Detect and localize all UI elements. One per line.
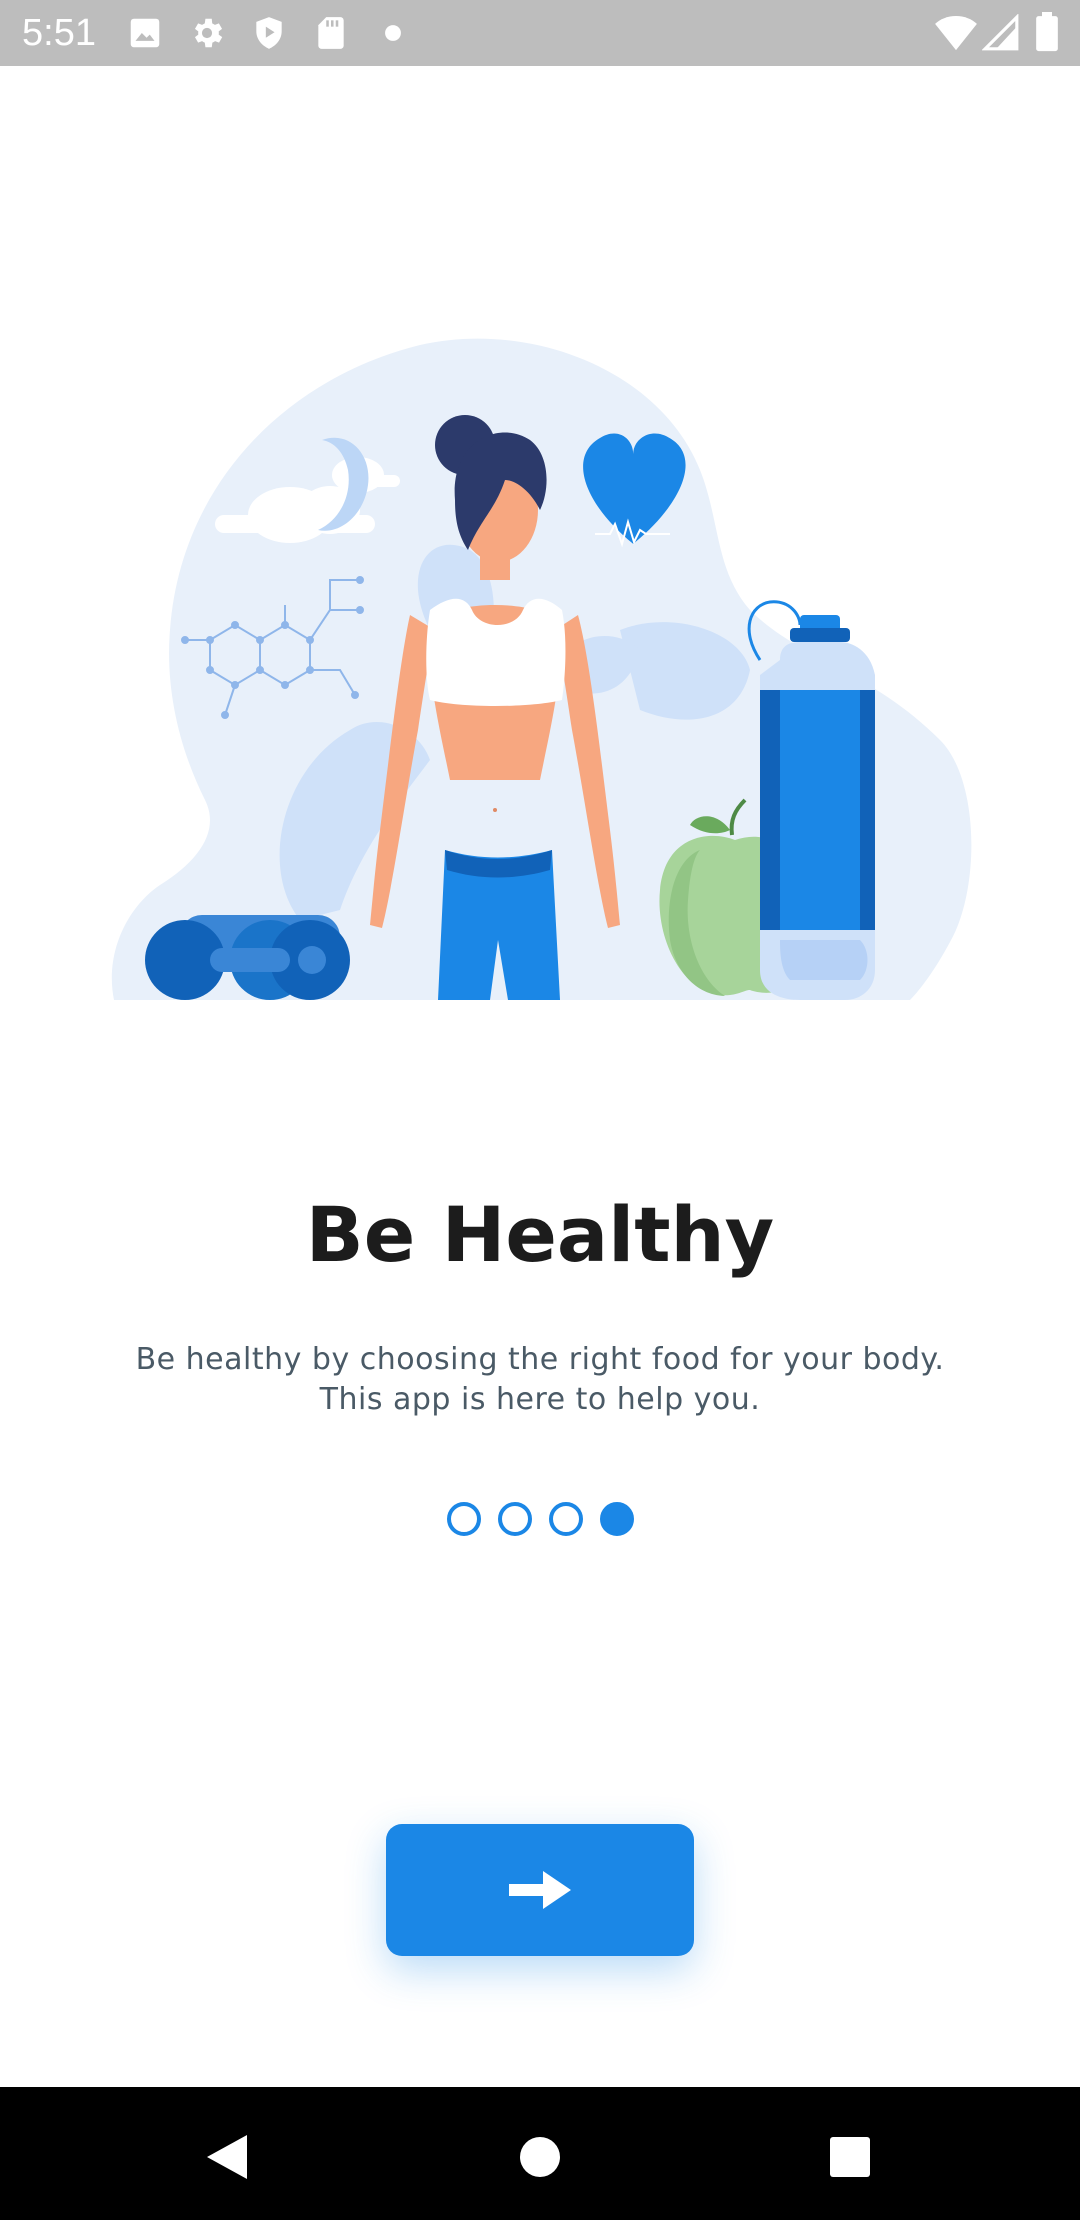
gear-icon [194, 18, 223, 48]
onboarding-screen: 5:51 Be Healthy Be healthy by choosing t… [0, 0, 1080, 2220]
system-navigation-bar [0, 2087, 1080, 2220]
back-button[interactable] [196, 2127, 256, 2187]
shield-play-icon [256, 17, 282, 49]
status-time: 5:51 [22, 12, 96, 54]
image-icon [130, 18, 160, 48]
healthy-woman-illustration [111, 338, 972, 1000]
recents-button[interactable] [820, 2127, 880, 2187]
home-icon [520, 2137, 560, 2177]
dumbbell-decoration [145, 915, 350, 1000]
page-dot-2[interactable] [497, 1502, 532, 1536]
cell-signal-icon [982, 14, 1019, 51]
onboarding-description-line-2: This app is here to help you. [319, 1382, 761, 1417]
onboarding-title: Be Healthy [305, 1190, 775, 1279]
onboarding-description: Be healthy by choosing the right food fo… [90, 1340, 990, 1420]
battery-icon [1036, 12, 1058, 52]
onboarding-description-line-1: Be healthy by choosing the right food fo… [135, 1342, 945, 1377]
page-dot-1[interactable] [446, 1502, 481, 1536]
status-bar: 5:51 [0, 0, 1080, 66]
page-indicator [0, 1502, 1080, 1536]
sd-card-icon [318, 17, 344, 49]
recents-icon [830, 2137, 870, 2177]
next-button[interactable] [386, 1824, 694, 1956]
page-dot-4-active[interactable] [599, 1502, 634, 1536]
dot-icon [385, 25, 401, 41]
back-icon [207, 2135, 247, 2179]
home-button[interactable] [510, 2127, 570, 2187]
page-dot-3[interactable] [548, 1502, 583, 1536]
wifi-icon [935, 16, 977, 51]
arrow-right-icon [509, 1871, 571, 1909]
